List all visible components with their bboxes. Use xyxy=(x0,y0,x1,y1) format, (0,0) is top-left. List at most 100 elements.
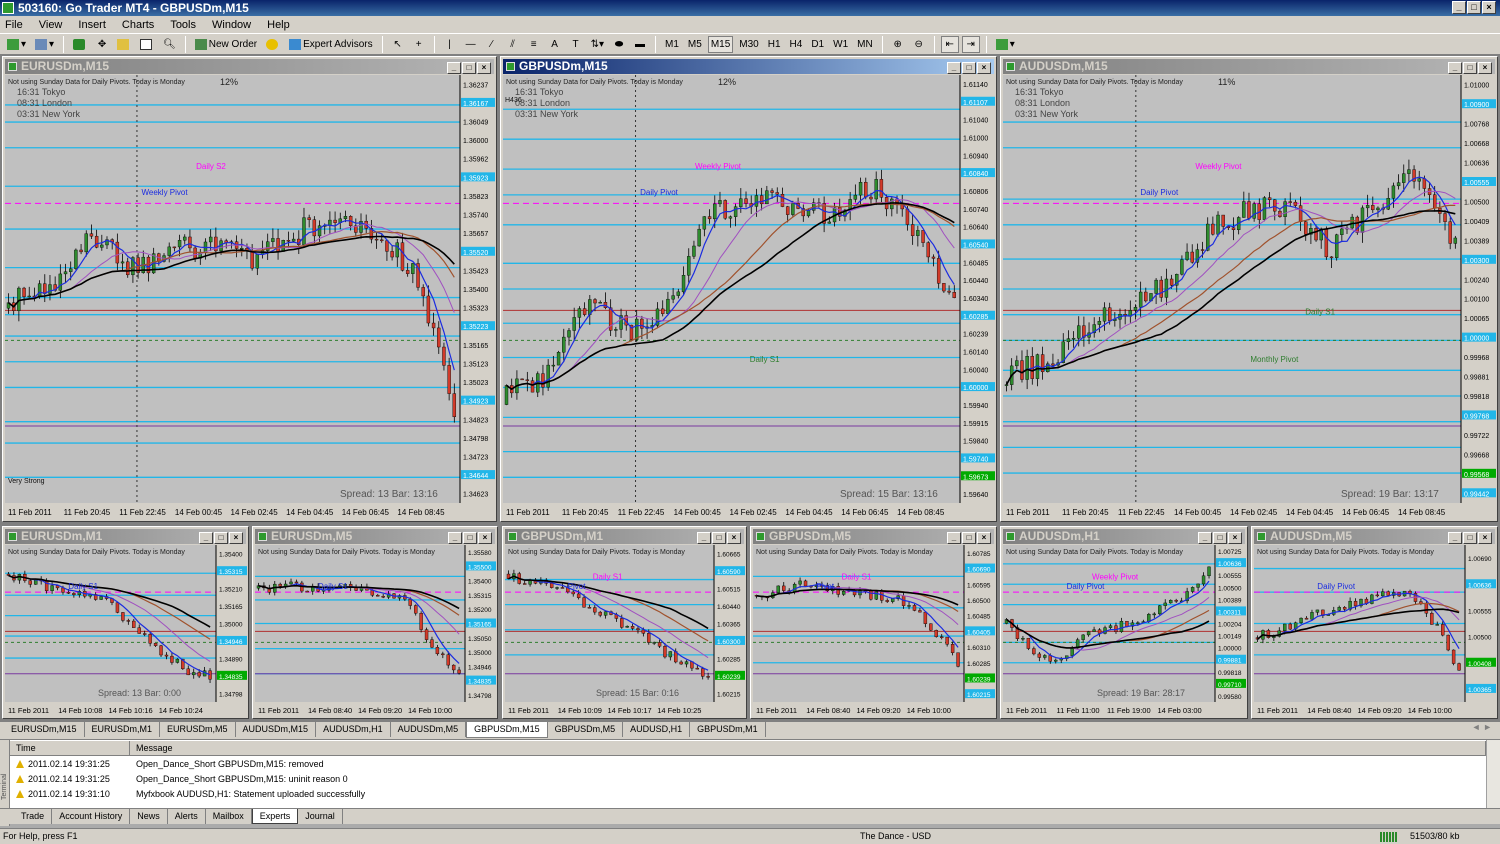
chart-tab[interactable]: EURUSDm,M5 xyxy=(160,722,236,737)
chart-tab[interactable]: GBPUSDm,M5 xyxy=(548,722,624,737)
chart-tab[interactable]: EURUSDm,M1 xyxy=(85,722,161,737)
horizontal-line-icon[interactable]: — xyxy=(462,36,480,53)
fibonacci-icon[interactable]: ≡ xyxy=(525,36,543,53)
chart-window-titlebar[interactable]: AUDUSDm,M15 _ □ × xyxy=(1003,59,1495,74)
timeframe-m1[interactable]: M1 xyxy=(662,36,682,53)
navigator-icon[interactable]: ✥ xyxy=(93,36,111,53)
chart-window[interactable]: GBPUSDm,M5 _ □ × Not using Sunday Data for D… xyxy=(750,526,997,719)
chart-shift-icon[interactable]: ⇤ xyxy=(940,35,959,53)
chart-window[interactable]: GBPUSDm,M1 _ □ × Not using Sunday Data for D… xyxy=(502,526,747,719)
price-chart[interactable]: Not using Sunday Data for Daily Pivots. … xyxy=(1254,545,1497,718)
chart-window[interactable]: GBPUSDm,M15 _ □ × Not using Sunday Data for … xyxy=(500,56,997,522)
chart-window-titlebar[interactable]: GBPUSDm,M15 _ □ × xyxy=(503,59,994,74)
chart-restore-button[interactable]: □ xyxy=(462,62,476,74)
col-time[interactable]: Time xyxy=(10,741,130,755)
arrows-icon[interactable]: ⇅▾ xyxy=(588,36,607,53)
chart-window-titlebar[interactable]: GBPUSDm,M1 _ □ × xyxy=(505,529,744,544)
chart-minimize-button[interactable]: _ xyxy=(1198,532,1212,544)
close-button[interactable]: × xyxy=(1482,1,1496,14)
chart-window-titlebar[interactable]: EURUSDm,M15 _ □ × xyxy=(5,59,494,74)
minimize-button[interactable]: _ xyxy=(1452,1,1466,14)
col-message[interactable]: Message xyxy=(130,741,1486,755)
menu-view[interactable]: View xyxy=(38,19,64,31)
chart-close-button[interactable]: × xyxy=(977,532,991,544)
chart-restore-button[interactable]: □ xyxy=(463,532,477,544)
chart-window[interactable]: AUDUSDm,M5 _ □ × Not using Sunday Data for D… xyxy=(1251,526,1498,719)
chart-tab[interactable]: EURUSDm,M15 xyxy=(4,722,85,737)
chart-minimize-button[interactable]: _ xyxy=(1448,62,1462,74)
text-label-icon[interactable]: T xyxy=(567,36,585,53)
chart-close-button[interactable]: × xyxy=(477,62,491,74)
log-row[interactable]: 2011.02.14 19:31:25 Open_Dance_Short GBP… xyxy=(10,772,1486,787)
text-icon[interactable]: A xyxy=(546,36,564,53)
terminal-scrollbar[interactable] xyxy=(1486,740,1500,809)
chart-restore-button[interactable]: □ xyxy=(1463,62,1477,74)
chart-window-titlebar[interactable]: GBPUSDm,M5 _ □ × xyxy=(753,529,994,544)
menu-file[interactable]: File xyxy=(4,19,24,31)
new-chart-icon[interactable]: ▾ xyxy=(4,36,29,53)
menu-help[interactable]: Help xyxy=(266,19,291,31)
chart-tab[interactable]: GBPUSDm,M15 xyxy=(466,722,548,738)
chart-restore-button[interactable]: □ xyxy=(962,532,976,544)
chart-restore-button[interactable]: □ xyxy=(1463,532,1477,544)
chart-window[interactable]: AUDUSDm,H1 _ □ × Not using Sunday Data for D… xyxy=(1000,526,1248,719)
chart-window-titlebar[interactable]: AUDUSDm,M5 _ □ × xyxy=(1254,529,1495,544)
new-order-button[interactable]: New Order xyxy=(192,36,260,53)
timeframe-m30[interactable]: M30 xyxy=(736,36,761,53)
market-watch-icon[interactable] xyxy=(70,36,90,53)
chart-minimize-button[interactable]: _ xyxy=(947,62,961,74)
timeframe-m5[interactable]: M5 xyxy=(685,36,705,53)
price-chart[interactable]: Not using Sunday Data for Daily Pivots. … xyxy=(505,545,746,718)
timeframe-d1[interactable]: D1 xyxy=(808,36,827,53)
chart-tab[interactable]: AUDUSDm,M5 xyxy=(391,722,467,737)
profiles-icon[interactable]: ▾ xyxy=(32,36,57,53)
expert-advisors-button[interactable]: Expert Advisors xyxy=(286,36,375,53)
chart-close-button[interactable]: × xyxy=(478,532,492,544)
chart-tab[interactable]: AUDUSD,H1 xyxy=(623,722,691,737)
chart-tab[interactable]: AUDUSDm,M15 xyxy=(236,722,317,737)
price-chart[interactable]: Not using Sunday Data for Daily Pivots. … xyxy=(255,545,497,718)
price-chart[interactable]: Not using Sunday Data for Daily Pivots. … xyxy=(5,545,248,718)
chart-window[interactable]: EURUSDm,M5 _ □ × Not using Sunday Data for D… xyxy=(252,526,498,719)
chart-close-button[interactable]: × xyxy=(727,532,741,544)
chart-restore-button[interactable]: □ xyxy=(1213,532,1227,544)
price-chart[interactable]: Not using Sunday Data for Daily Pivots. … xyxy=(1003,75,1497,521)
log-row[interactable]: 2011.02.14 19:31:25 Open_Dance_Short GBP… xyxy=(10,757,1486,772)
chart-minimize-button[interactable]: _ xyxy=(199,532,213,544)
chart-minimize-button[interactable]: _ xyxy=(697,532,711,544)
chart-restore-button[interactable]: □ xyxy=(712,532,726,544)
chart-close-button[interactable]: × xyxy=(1228,532,1242,544)
tab-alerts[interactable]: Alerts xyxy=(168,809,206,824)
chart-close-button[interactable]: × xyxy=(229,532,243,544)
chart-tab[interactable]: GBPUSDm,M1 xyxy=(690,722,766,737)
chart-close-button[interactable]: × xyxy=(1478,532,1492,544)
chart-close-button[interactable]: × xyxy=(977,62,991,74)
menu-tools[interactable]: Tools xyxy=(169,19,197,31)
log-row[interactable]: 2011.02.14 19:31:10 Myfxbook AUDUSD,H1: … xyxy=(10,787,1486,802)
metaeditor-icon[interactable] xyxy=(263,36,283,53)
rectangle-icon[interactable]: ▬ xyxy=(631,36,649,53)
maximize-button[interactable]: □ xyxy=(1467,1,1481,14)
price-chart[interactable]: Not using Sunday Data for Daily Pivots. … xyxy=(753,545,996,718)
tab-journal[interactable]: Journal xyxy=(298,809,343,824)
menu-charts[interactable]: Charts xyxy=(121,19,155,31)
chart-minimize-button[interactable]: _ xyxy=(447,62,461,74)
chart-window[interactable]: AUDUSDm,M15 _ □ × Not using Sunday Data for … xyxy=(1000,56,1498,522)
timeframe-h1[interactable]: H1 xyxy=(765,36,784,53)
cursor-icon[interactable]: ↖ xyxy=(389,36,407,53)
zoom-out-icon[interactable]: ⊖ xyxy=(910,36,928,53)
chart-window-titlebar[interactable]: EURUSDm,M5 _ □ × xyxy=(255,529,495,544)
tab-mailbox[interactable]: Mailbox xyxy=(206,809,252,824)
tab-experts[interactable]: Experts xyxy=(251,809,299,824)
chart-window-titlebar[interactable]: EURUSDm,M1 _ □ × xyxy=(5,529,246,544)
zoom-in-icon[interactable]: ⊕ xyxy=(889,36,907,53)
ellipse-icon[interactable]: ⬬ xyxy=(610,36,628,53)
timeframe-h4[interactable]: H4 xyxy=(787,36,806,53)
price-chart[interactable]: Not using Sunday Data for Daily Pivots. … xyxy=(5,75,496,521)
chart-tab[interactable]: AUDUSDm,H1 xyxy=(316,722,391,737)
trendline-icon[interactable]: ∕ xyxy=(483,36,501,53)
menu-insert[interactable]: Insert xyxy=(77,19,107,31)
chart-window[interactable]: EURUSDm,M1 _ □ × Not using Sunday Data for D… xyxy=(2,526,249,719)
strategy-tester-icon[interactable]: 🔍︎ xyxy=(160,36,179,53)
chart-minimize-button[interactable]: _ xyxy=(947,532,961,544)
